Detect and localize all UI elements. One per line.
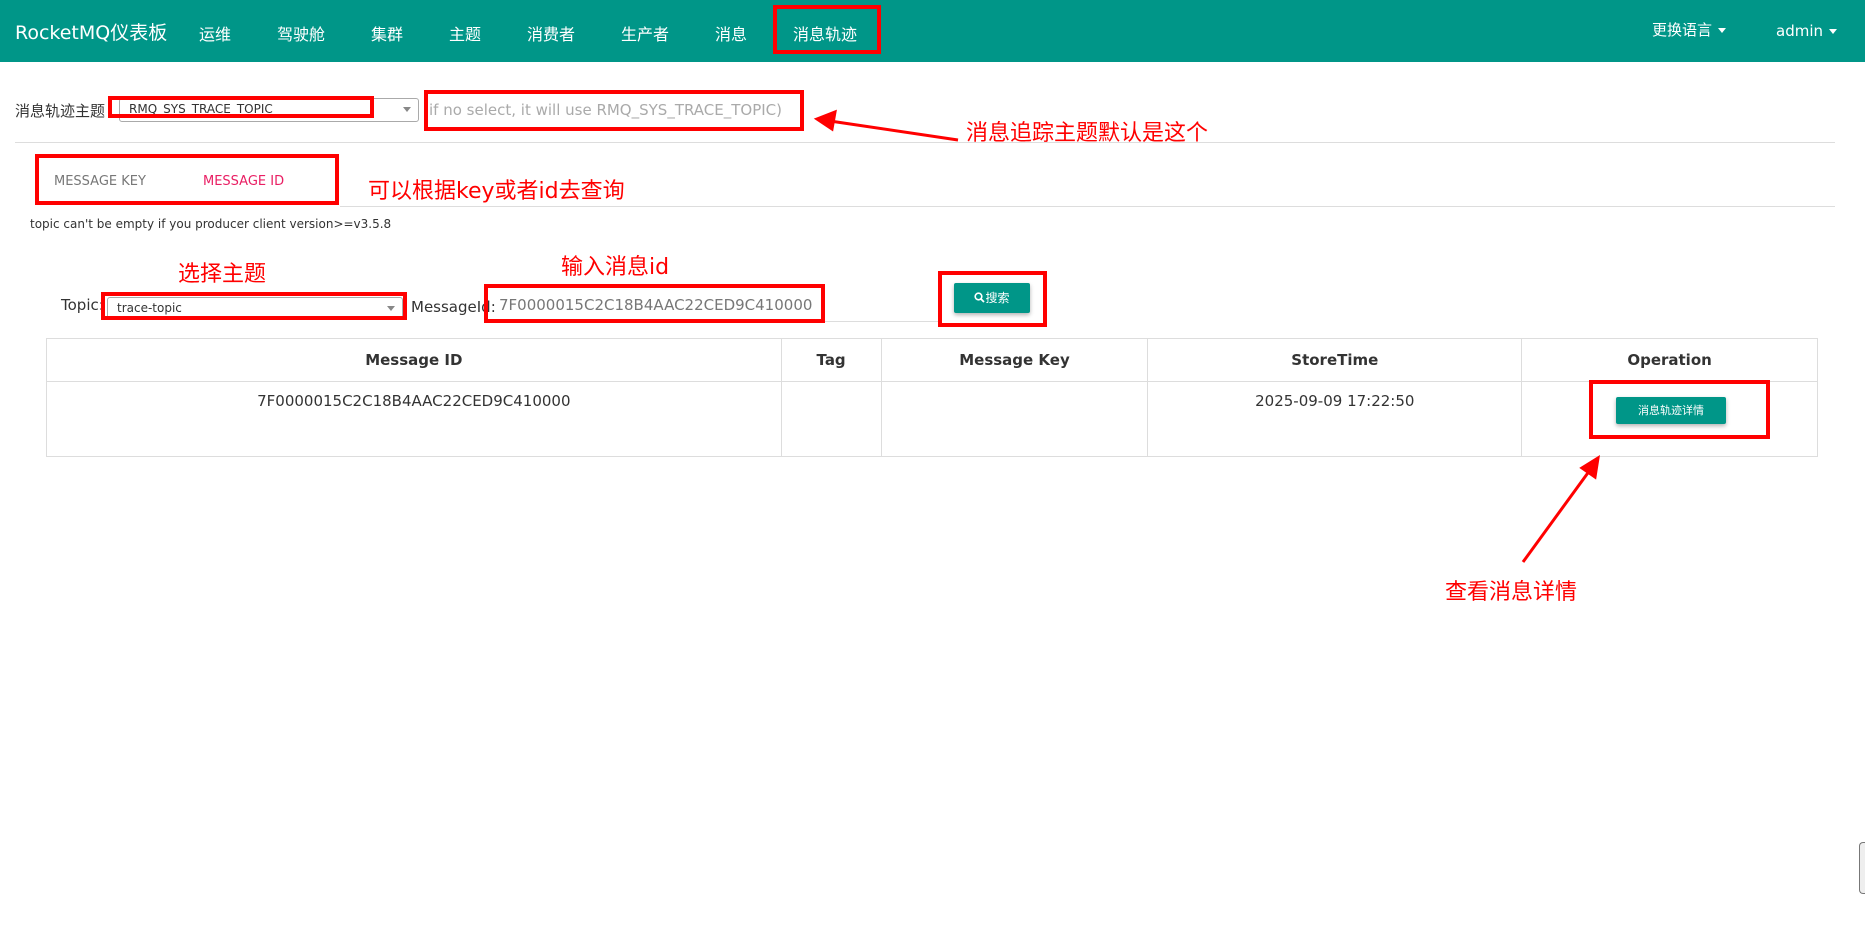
- side-scroll-handle[interactable]: [1859, 842, 1865, 894]
- annotation-view-detail: 查看消息详情: [1445, 580, 1578, 605]
- arrow-head-icon: [813, 109, 837, 132]
- annotation-input-id: 输入消息id: [561, 255, 670, 280]
- arrow-line: [1521, 469, 1592, 563]
- annotation-trace-default: 消息追踪主题默认是这个: [966, 121, 1209, 146]
- arrow-line: [829, 119, 959, 142]
- arrow-head-icon: [1579, 454, 1600, 480]
- annotation-select-topic: 选择主题: [178, 262, 267, 287]
- annotation-arrows: [813, 109, 1600, 563]
- annotation-query-by: 可以根据key或者id去查询: [368, 179, 625, 204]
